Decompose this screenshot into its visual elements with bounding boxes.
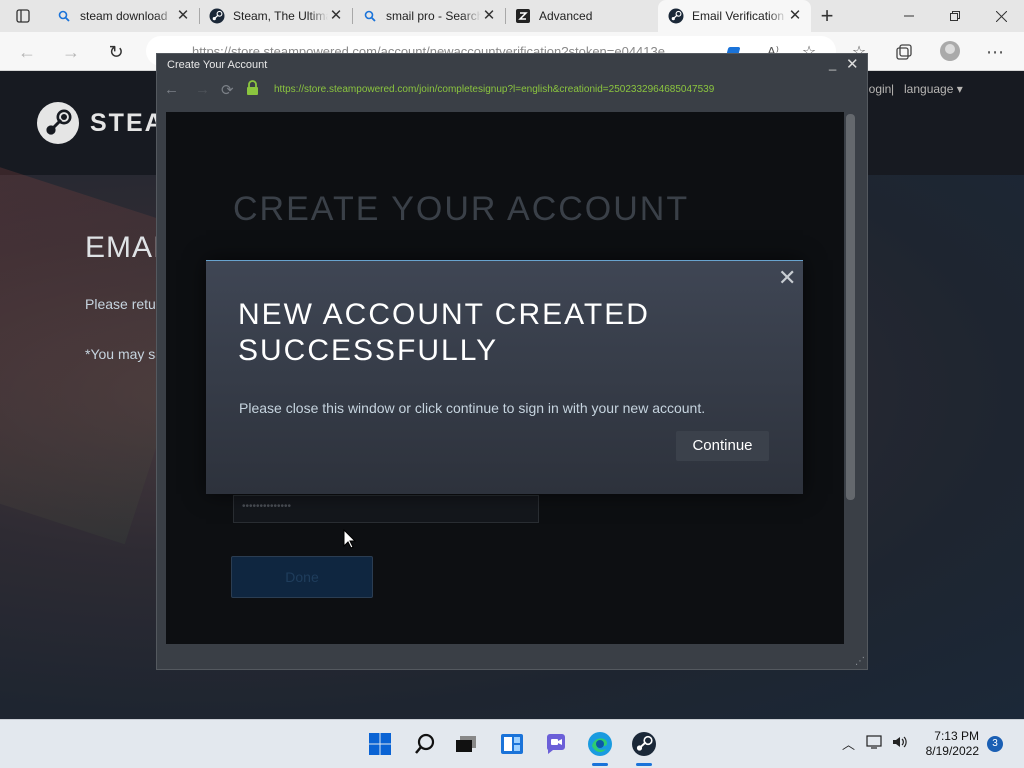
forward-button[interactable]: → bbox=[58, 39, 84, 65]
clock[interactable]: 7:13 PM 8/19/2022 bbox=[917, 729, 979, 759]
tab-actions-button[interactable] bbox=[0, 0, 46, 32]
tab-email-verification[interactable]: Email Verification ✕ bbox=[658, 0, 811, 32]
browser-tab-bar: steam download ✕ Steam, The Ultimate ✕ s… bbox=[0, 0, 1024, 32]
collections-icon bbox=[896, 44, 912, 60]
collections-button[interactable] bbox=[891, 39, 917, 65]
tab-steam-download[interactable]: steam download ✕ bbox=[46, 0, 199, 32]
close-window-button[interactable] bbox=[978, 0, 1024, 32]
refresh-button[interactable]: ↻ bbox=[103, 39, 129, 65]
search-icon bbox=[56, 8, 72, 24]
language-dropdown[interactable]: language ▾ bbox=[904, 82, 963, 96]
settings-menu-button[interactable]: ⋯ bbox=[982, 39, 1008, 65]
back-button[interactable]: ← bbox=[14, 39, 40, 65]
profile-avatar[interactable] bbox=[940, 41, 960, 61]
search-button[interactable] bbox=[409, 728, 441, 760]
header-separator: | bbox=[891, 82, 895, 96]
minimize-icon bbox=[904, 15, 914, 17]
tab-close-icon[interactable]: ✕ bbox=[328, 8, 344, 24]
widgets-icon bbox=[501, 734, 523, 754]
continue-button[interactable]: Continue bbox=[676, 431, 769, 461]
tab-title: steam download bbox=[80, 9, 168, 23]
steam-icon bbox=[668, 8, 684, 24]
tab-close-icon[interactable]: ✕ bbox=[481, 8, 497, 24]
start-button[interactable] bbox=[364, 728, 396, 760]
tab-title: Advanced bbox=[539, 9, 593, 23]
steam-icon bbox=[632, 732, 656, 756]
windows-logo-icon bbox=[369, 733, 391, 755]
tab-steam-ultimate[interactable]: Steam, The Ultimate ✕ bbox=[199, 0, 352, 32]
modal-close-button[interactable]: ✕ bbox=[778, 267, 796, 289]
notification-badge[interactable]: 3 bbox=[987, 736, 1003, 752]
lock-icon bbox=[246, 80, 259, 99]
create-account-heading: CREATE YOUR ACCOUNT bbox=[233, 190, 690, 228]
edge-app-button[interactable] bbox=[584, 728, 616, 766]
tab-actions-icon bbox=[16, 9, 30, 23]
volume-icon[interactable] bbox=[891, 734, 909, 753]
new-tab-button[interactable]: + bbox=[811, 0, 843, 32]
caret-down-icon: ▾ bbox=[956, 82, 963, 96]
popup-back-icon[interactable]: ← bbox=[164, 81, 179, 98]
popup-reload-icon[interactable]: ⟳ bbox=[221, 81, 234, 99]
task-view-button[interactable] bbox=[450, 728, 482, 760]
modal-message: Please close this window or click contin… bbox=[239, 400, 706, 416]
task-view-icon bbox=[456, 736, 476, 752]
popup-scrollbar[interactable] bbox=[846, 114, 855, 500]
edge-icon bbox=[588, 732, 612, 756]
close-icon bbox=[995, 10, 1007, 22]
popup-nav-bar: ← → ⟳ https://store.steampowered.com/joi… bbox=[157, 78, 867, 102]
widgets-button[interactable] bbox=[496, 728, 528, 760]
steam-logo-icon bbox=[37, 102, 79, 144]
tab-close-icon[interactable]: ✕ bbox=[175, 8, 191, 24]
restore-icon bbox=[950, 11, 960, 21]
chat-button[interactable] bbox=[540, 728, 572, 760]
popup-titlebar[interactable]: Create Your Account _ ✕ bbox=[157, 54, 867, 78]
popup-minimize-button[interactable]: _ bbox=[829, 56, 836, 71]
tab-close-icon[interactable]: ✕ bbox=[787, 8, 803, 24]
popup-title: Create Your Account bbox=[167, 59, 268, 71]
clock-date: 8/19/2022 bbox=[925, 744, 979, 758]
popup-close-button[interactable]: ✕ bbox=[846, 55, 859, 73]
site-icon bbox=[515, 8, 531, 24]
modal-heading: NEW ACCOUNT CREATED SUCCESSFULLY bbox=[238, 298, 650, 367]
success-modal: ✕ NEW ACCOUNT CREATED SUCCESSFULLY Pleas… bbox=[206, 260, 803, 494]
password-field[interactable]: •••••••••••••• bbox=[233, 495, 539, 523]
network-icon[interactable] bbox=[866, 734, 884, 753]
steam-app-button[interactable] bbox=[628, 728, 660, 766]
tab-title: smail pro - Search bbox=[386, 9, 481, 23]
tab-title: Steam, The Ultimate bbox=[233, 9, 328, 23]
tab-title: Email Verification bbox=[692, 9, 785, 23]
more-dots-icon: ⋯ bbox=[986, 41, 1004, 62]
done-button[interactable]: Done bbox=[231, 556, 373, 598]
plus-icon: + bbox=[820, 3, 834, 28]
popup-forward-icon[interactable]: → bbox=[195, 81, 210, 98]
steam-icon bbox=[209, 8, 225, 24]
popup-url: https://store.steampowered.com/join/comp… bbox=[274, 84, 715, 95]
clock-time: 7:13 PM bbox=[934, 729, 979, 743]
refresh-icon: ↻ bbox=[108, 41, 124, 62]
arrow-right-icon: → bbox=[62, 41, 80, 62]
mouse-cursor-icon bbox=[343, 529, 357, 549]
resize-grip-icon[interactable]: ⋰ bbox=[855, 656, 865, 667]
search-icon bbox=[415, 733, 435, 754]
tab-advanced[interactable]: Advanced bbox=[505, 0, 658, 32]
show-hidden-icons-button[interactable]: ︿ bbox=[842, 734, 855, 753]
tab-smail-search[interactable]: smail pro - Search ✕ bbox=[352, 0, 505, 32]
taskbar: ︿ 7:13 PM 8/19/2022 3 bbox=[0, 719, 1024, 768]
minimize-button[interactable] bbox=[886, 0, 932, 32]
chevron-up-icon: ︿ bbox=[842, 737, 856, 752]
arrow-left-icon: ← bbox=[18, 41, 36, 62]
chat-icon bbox=[547, 734, 565, 754]
login-link[interactable]: login bbox=[866, 82, 891, 96]
restore-button[interactable] bbox=[932, 0, 978, 32]
search-icon bbox=[362, 8, 378, 24]
language-label: language bbox=[904, 82, 954, 96]
